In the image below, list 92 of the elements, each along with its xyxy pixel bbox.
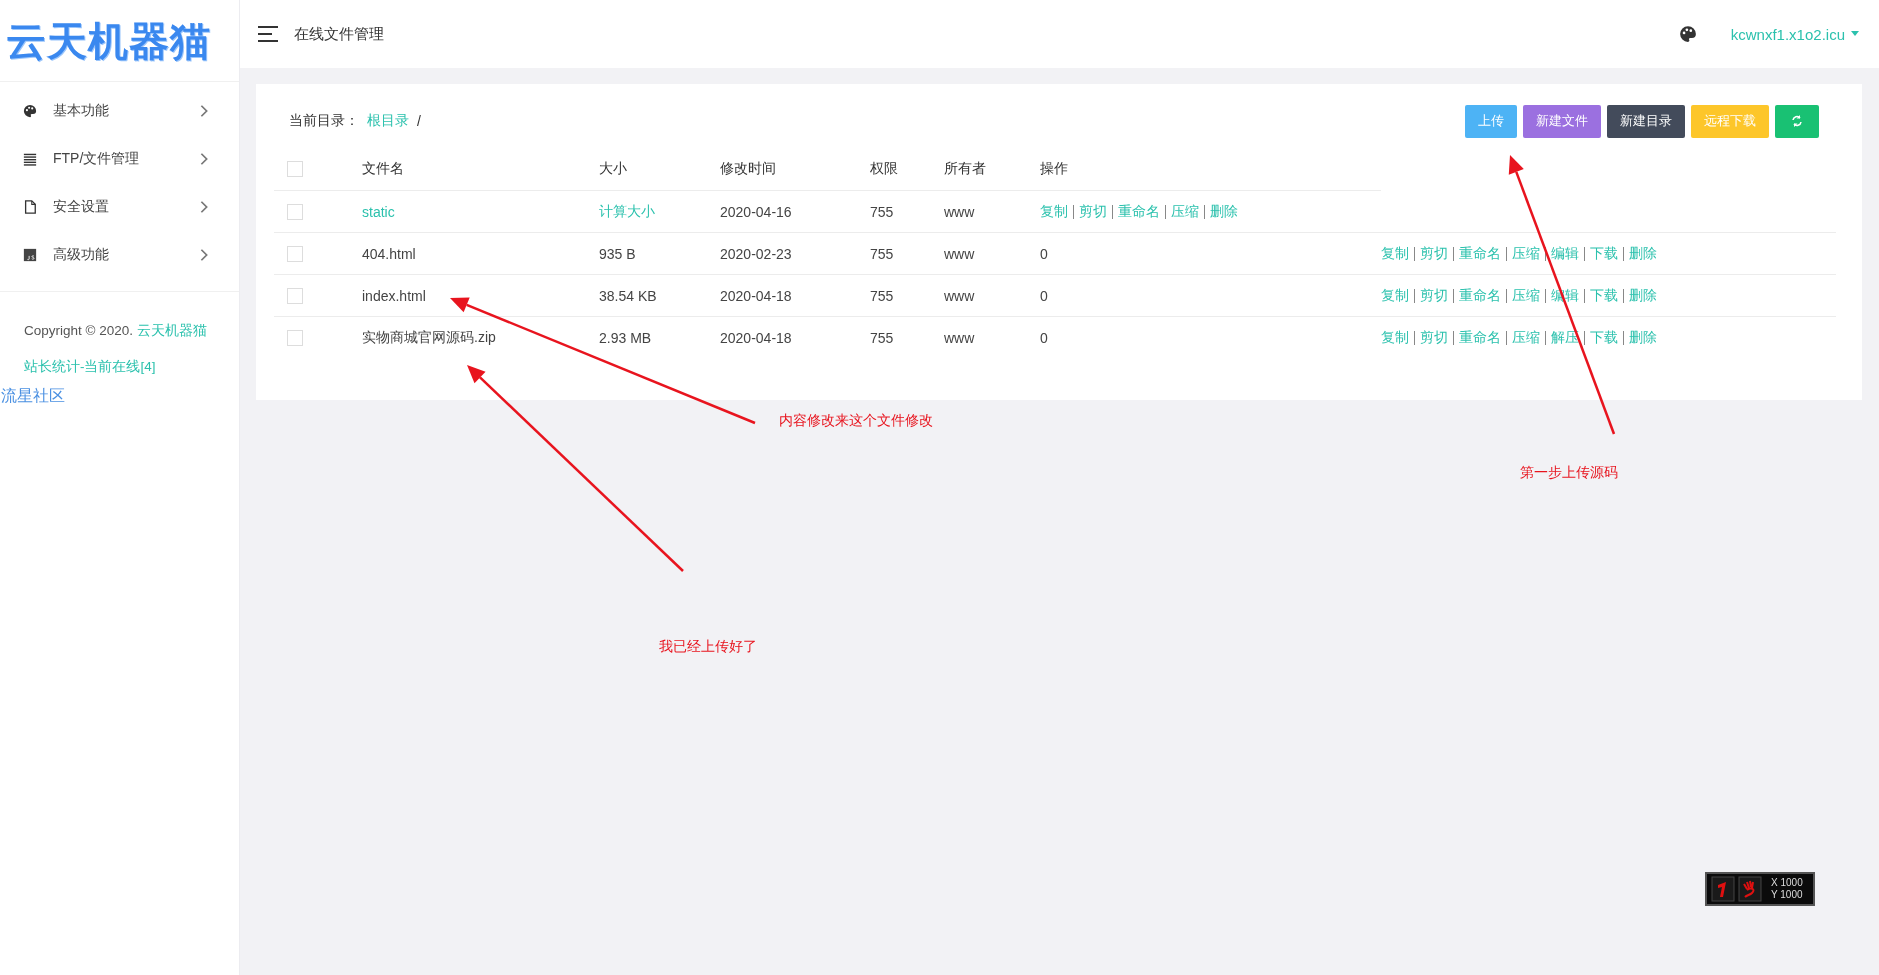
action-link[interactable]: 剪切	[1420, 244, 1448, 263]
action-link[interactable]: 删除	[1629, 328, 1657, 347]
action-link[interactable]: 编辑	[1551, 244, 1579, 263]
column-header: 操作	[1040, 160, 1068, 176]
folder-link[interactable]: static	[362, 203, 395, 220]
sidebar-item[interactable]: FTP/文件管理	[53, 150, 181, 168]
table-cell: 0	[1040, 329, 1048, 346]
file-size: 935 B	[599, 245, 636, 262]
palette-icon	[23, 104, 37, 118]
action-link[interactable]: 剪切	[1079, 202, 1107, 221]
table-cell: 2020-04-18	[720, 329, 792, 346]
table-cell: 2020-04-18	[720, 287, 792, 304]
checkbox[interactable]	[287, 245, 303, 262]
coordinate-x: X 1000	[1771, 877, 1803, 889]
action-link[interactable]: 删除	[1629, 244, 1657, 263]
coordinate-y: Y 1000	[1771, 889, 1803, 901]
table-cell: www	[944, 329, 975, 346]
annotation-text: 内容修改来这个文件修改	[779, 412, 933, 430]
user-menu[interactable]: kcwnxf1.x1o2.icu	[1730, 25, 1859, 43]
stats-link[interactable]: 站长统计-当前在线[4]	[24, 359, 156, 374]
list-icon	[23, 152, 37, 166]
document-icon	[23, 200, 37, 214]
community-link[interactable]: 流星社区	[0, 387, 65, 404]
breadcrumb-separator: /	[417, 113, 421, 129]
sidebar-item[interactable]: 安全设置	[53, 198, 181, 216]
file-name: 404.html	[362, 245, 416, 262]
caret-icon	[1851, 31, 1859, 37]
table-cell: 0	[1040, 245, 1048, 262]
table-cell: www	[944, 287, 975, 304]
refresh-button[interactable]	[1775, 104, 1819, 138]
table-cell: 755	[870, 287, 894, 304]
action-link[interactable]: 剪切	[1420, 328, 1448, 347]
sidebar-item[interactable]: 高级功能	[53, 246, 181, 264]
table-cell: 755	[870, 245, 894, 262]
breadcrumb-label: 当前目录：	[289, 112, 359, 130]
table-cell: 2020-02-23	[720, 245, 792, 262]
table-cell: 0	[1040, 287, 1048, 304]
column-header: 修改时间	[720, 160, 776, 176]
annotation-text: 我已经上传好了	[659, 638, 757, 656]
page-title: 在线文件管理	[294, 24, 385, 44]
annotation-text: 第一步上传源码	[1520, 464, 1618, 482]
action-link[interactable]: 压缩	[1512, 328, 1540, 347]
toolbar-button[interactable]: 新建文件	[1523, 104, 1601, 138]
refresh-icon	[1791, 115, 1803, 127]
action-link[interactable]: 压缩	[1171, 202, 1199, 221]
sidebar-item[interactable]: 基本功能	[53, 102, 181, 120]
logo-text: 云天机器猫	[6, 17, 212, 65]
column-header: 文件名	[362, 160, 404, 176]
file-size: 38.54 KB	[599, 287, 657, 304]
figure-icon	[1711, 876, 1735, 902]
action-link[interactable]: 复制	[1040, 202, 1068, 221]
checkbox[interactable]	[287, 329, 303, 346]
column-header: 权限	[870, 160, 898, 176]
action-link[interactable]: 重命名	[1459, 286, 1501, 305]
breadcrumb-link[interactable]: 根目录	[367, 112, 409, 130]
action-link[interactable]: 下载	[1590, 328, 1618, 347]
action-link[interactable]: 删除	[1629, 286, 1657, 305]
action-link[interactable]: 删除	[1210, 202, 1238, 221]
toolbar-button[interactable]: 新建目录	[1607, 104, 1685, 138]
checkbox[interactable]	[287, 161, 303, 177]
menu-icon[interactable]	[258, 26, 280, 42]
action-link[interactable]: 剪切	[1420, 286, 1448, 305]
table-cell: www	[944, 203, 975, 220]
file-name: 实物商城官网源码.zip	[362, 328, 496, 345]
action-link[interactable]: 压缩	[1512, 286, 1540, 305]
action-link[interactable]: 下载	[1590, 286, 1618, 305]
action-link[interactable]: 复制	[1381, 244, 1409, 263]
toolbar-button[interactable]: 远程下载	[1691, 104, 1769, 138]
file-size: 2.93 MB	[599, 329, 652, 346]
action-link[interactable]: 复制	[1381, 286, 1409, 305]
toolbar-button[interactable]: 上传	[1465, 104, 1517, 138]
calculate-size-link[interactable]: 计算大小	[599, 202, 655, 219]
site-link[interactable]: 云天机器猫	[136, 323, 207, 338]
table-cell: 755	[870, 329, 894, 346]
action-link[interactable]: 下载	[1590, 244, 1618, 263]
action-link[interactable]: 重命名	[1118, 202, 1160, 221]
table-cell: 755	[870, 203, 894, 220]
column-header: 大小	[599, 160, 627, 176]
palette-icon[interactable]	[1678, 25, 1697, 43]
table-cell: 2020-04-16	[720, 203, 792, 220]
table-cell: www	[944, 245, 975, 262]
action-link[interactable]: 重命名	[1459, 244, 1501, 263]
action-link[interactable]: 复制	[1381, 328, 1409, 347]
hand-icon	[1738, 876, 1762, 902]
checkbox[interactable]	[287, 287, 303, 304]
js-file-icon	[23, 248, 37, 262]
copyright-text: Copyright © 2020.	[24, 323, 134, 338]
column-header: 所有者	[944, 160, 986, 176]
checkbox[interactable]	[287, 203, 303, 220]
file-name: index.html	[362, 287, 426, 304]
action-link[interactable]: 重命名	[1459, 328, 1501, 347]
action-link[interactable]: 压缩	[1512, 244, 1540, 263]
